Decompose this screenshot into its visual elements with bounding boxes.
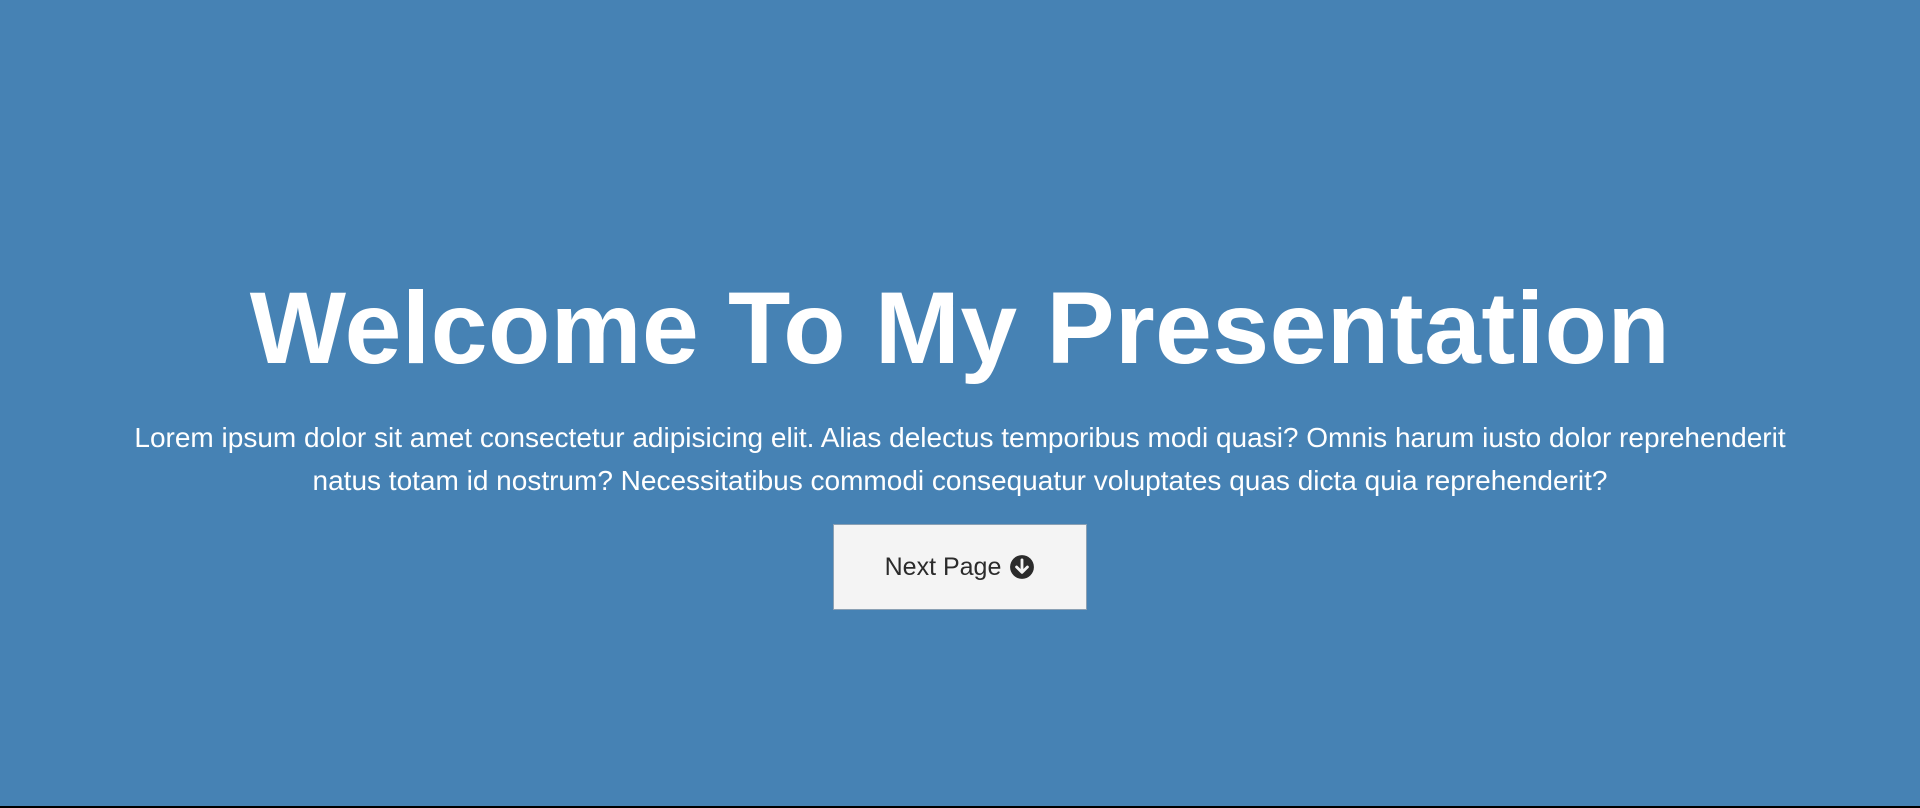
next-page-button-label: Next Page [884, 552, 1002, 581]
hero-content: Welcome To My Presentation Lorem ipsum d… [110, 270, 1810, 611]
next-page-button[interactable]: Next Page [833, 524, 1087, 611]
arrow-circle-down-icon [1009, 554, 1035, 580]
hero-section: Welcome To My Presentation Lorem ipsum d… [0, 0, 1920, 806]
hero-description: Lorem ipsum dolor sit amet consectetur a… [134, 422, 1786, 497]
page-title: Welcome To My Presentation [249, 270, 1671, 385]
